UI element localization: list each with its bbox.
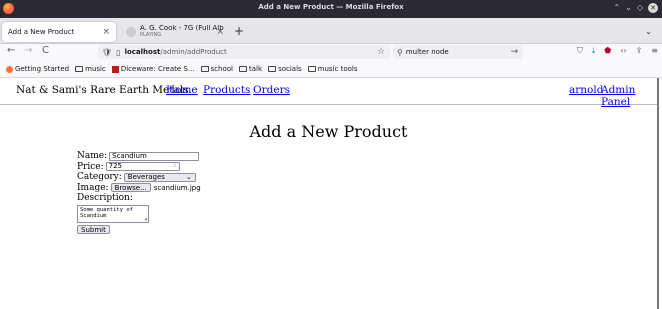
bookmark-school[interactable]: school — [200, 65, 234, 73]
chevron-down-icon: ⌄ — [185, 173, 192, 182]
bookmark-talk[interactable]: talk — [239, 65, 262, 73]
folder-icon — [307, 66, 316, 72]
window-title: Add a New Product — Mozilla Firefox — [258, 3, 404, 11]
price-value: 725 — [108, 162, 123, 171]
list-all-tabs-icon[interactable]: ⌄ — [645, 27, 652, 36]
price-label: Price: — [77, 161, 104, 172]
bookmark-socials[interactable]: socials — [268, 65, 302, 73]
bookmark-diceware[interactable]: Diceware: Create S... — [111, 65, 195, 73]
ublock-icon[interactable]: ⬟ — [604, 46, 611, 56]
page-title: Add a New Product — [249, 122, 408, 141]
bookmark-label: talk — [249, 65, 263, 73]
nav-link-products[interactable]: Products — [203, 84, 250, 96]
scrollbar[interactable] — [657, 78, 659, 309]
submit-button[interactable]: Submit — [77, 225, 110, 234]
search-icon: ⚲ — [397, 47, 403, 57]
name-field[interactable]: Scandium — [109, 151, 200, 161]
window-titlebar: Add a New Product — Mozilla Firefox ⌃ ⌄ … — [0, 0, 662, 18]
description-textarea[interactable]: Some quantity of Scandium ◢ — [77, 204, 149, 223]
category-select[interactable]: Beverages ⌄ — [123, 172, 196, 182]
tab-close-icon[interactable]: × — [102, 27, 110, 37]
folder-icon — [239, 66, 248, 72]
search-input[interactable]: multer node — [406, 48, 449, 56]
category-label: Category: — [77, 172, 122, 183]
bookmark-star-icon[interactable]: ☆ — [377, 47, 385, 57]
image-label: Image: — [77, 182, 109, 193]
window-controls: ⌃ ⌄ ◇ ✕ — [613, 3, 658, 13]
window-close-icon[interactable]: ✕ — [648, 3, 658, 13]
downloads-icon[interactable]: ⤓ — [592, 46, 596, 56]
tab-label: Add a New Product — [8, 28, 75, 36]
selected-file-name: scandium.jpg — [153, 183, 201, 192]
browse-button[interactable]: Browse... — [110, 183, 151, 193]
tab-close-icon[interactable]: × — [216, 27, 224, 37]
url-bar[interactable]: 🛡 ▯ localhost/admin/addProduct ☆ — [98, 45, 390, 59]
tab-sublabel: PLAYING — [140, 32, 162, 38]
tab-music[interactable]: A. G. Cook - 7G (Full Alb PLAYING × — [120, 22, 230, 42]
nav-link-home[interactable]: Home — [166, 84, 198, 96]
page-info-icon[interactable]: ▯ — [116, 48, 120, 57]
back-button[interactable]: ← — [7, 45, 15, 56]
bookmark-getting-started[interactable]: Getting Started — [6, 65, 69, 73]
add-product-form: Name: Scandium Price: 725 ⇳ Category: Be… — [77, 151, 201, 235]
toolbar-icons: ⛉ ⤓ ⬟ ‹› ⇪ ≡ — [577, 46, 658, 56]
bookmarks-toolbar: Getting Started music Diceware: Create S… — [0, 61, 662, 78]
page-content: Nat & Sami's Rare Earth Metals Home Prod… — [0, 78, 662, 309]
search-go-icon[interactable]: → — [510, 47, 518, 57]
maximize-icon[interactable]: ◇ — [637, 3, 643, 13]
price-field[interactable]: 725 ⇳ — [105, 162, 180, 172]
bookmark-label: music tools — [317, 65, 358, 73]
url-path: /admin/addProduct — [160, 48, 227, 56]
reload-button[interactable]: C — [42, 45, 49, 56]
pocket-icon[interactable]: ⛉ — [577, 46, 583, 56]
nav-toolbar: ← → C 🛡 ▯ localhost/admin/addProduct ☆ ⚲… — [0, 44, 662, 61]
url-host: localhost — [124, 48, 161, 56]
site-brand: Nat & Sami's Rare Earth Metals — [16, 84, 189, 96]
resize-grip-icon[interactable]: ◢ — [144, 216, 147, 222]
folder-icon — [268, 66, 277, 72]
bookmark-music-tools[interactable]: music tools — [307, 65, 358, 73]
share-icon[interactable]: ⇪ — [636, 46, 643, 56]
nav-link-admin-panel[interactable]: Admin Panel — [601, 84, 657, 108]
description-text: Some quantity of Scandium — [80, 206, 133, 219]
spinner-icon[interactable]: ⇳ — [172, 163, 176, 170]
firefox-icon — [6, 65, 13, 73]
new-tab-button[interactable]: + — [234, 24, 244, 38]
restore-icon[interactable]: ⌄ — [625, 3, 632, 13]
tab-label: A. G. Cook - 7G (Full Alb — [140, 25, 224, 32]
devtools-icon[interactable]: ‹› — [620, 46, 626, 56]
minimize-icon[interactable]: ⌃ — [613, 3, 620, 13]
search-bar[interactable]: ⚲ multer node → — [393, 45, 523, 59]
bookmark-label: socials — [278, 65, 302, 73]
description-label: Description: — [77, 193, 133, 204]
bookmark-label: school — [210, 65, 234, 73]
media-playing-icon — [126, 27, 136, 37]
name-label: Name: — [77, 151, 108, 162]
category-selected: Beverages — [127, 173, 165, 182]
menu-icon[interactable]: ≡ — [651, 46, 658, 56]
folder-icon — [200, 66, 209, 72]
site-navbar: Nat & Sami's Rare Earth Metals Home Prod… — [0, 78, 657, 108]
nav-link-user[interactable]: arnold — [569, 84, 603, 96]
bookmark-label: music — [85, 65, 106, 73]
bookmark-label: Getting Started — [15, 65, 70, 73]
bookmark-music[interactable]: music — [75, 65, 106, 73]
tracking-shield-icon[interactable]: 🛡 — [102, 48, 112, 57]
nav-link-orders[interactable]: Orders — [253, 84, 290, 96]
tab-add-product[interactable]: Add a New Product × — [2, 22, 116, 42]
bookmark-label: Diceware: Create S... — [120, 65, 195, 73]
tab-strip: Add a New Product × A. G. Cook - 7G (Ful… — [0, 18, 662, 44]
forward-button[interactable]: → — [24, 45, 32, 56]
dice-icon — [111, 65, 119, 73]
folder-icon — [75, 66, 84, 72]
